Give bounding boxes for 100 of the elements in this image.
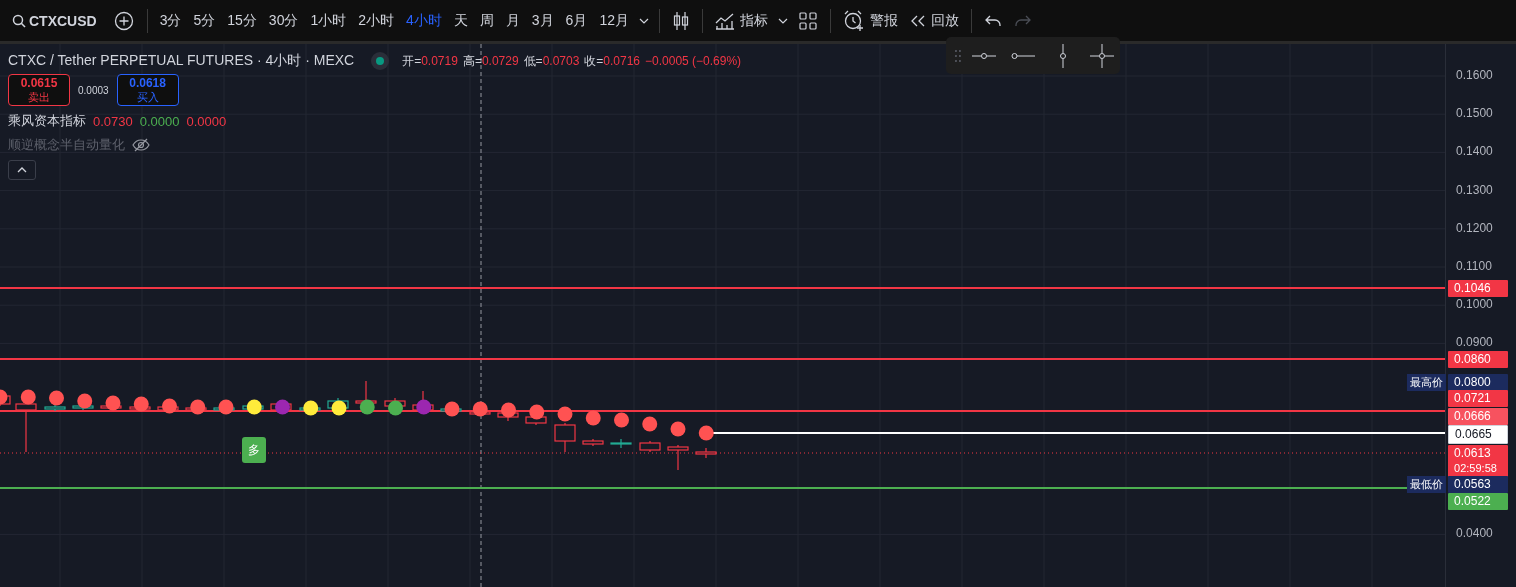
redo-icon — [1015, 14, 1031, 27]
signal-dot — [49, 390, 64, 406]
drag-handle-icon[interactable] — [954, 48, 962, 63]
horizontal-ray-icon — [1011, 51, 1036, 60]
signal-dot — [275, 399, 290, 415]
price-axis-label: 0.1300 — [1456, 182, 1493, 197]
price-tag: 0.0860 — [1448, 350, 1509, 368]
caret-icon — [778, 17, 788, 24]
signal-dot — [133, 396, 149, 412]
interval-button[interactable]: 3月 — [525, 5, 560, 36]
indicator-name: 乘风资本指标 — [8, 112, 86, 130]
interval-button[interactable]: 周 — [473, 5, 500, 36]
signal-dot — [162, 398, 177, 414]
signal-dot — [501, 402, 516, 418]
interval-button[interactable]: 3分 — [153, 5, 188, 36]
signal-dot — [698, 425, 714, 441]
vertical-line-icon — [1058, 43, 1067, 68]
indicator-value: 0.0000 — [139, 113, 180, 129]
symbol-label: CTXCUSD — [29, 12, 97, 29]
interval-button[interactable]: 15分 — [221, 5, 263, 36]
candlestick — [582, 438, 604, 447]
alert-button[interactable]: 警报 — [837, 5, 904, 36]
eye-crossed-icon[interactable] — [132, 138, 150, 152]
crosshair-icon — [1090, 43, 1115, 68]
price-axis-label: 0.1500 — [1456, 106, 1493, 121]
search-icon — [12, 13, 26, 28]
ohlc-value: 开=0.0719 — [402, 52, 458, 70]
candlestick-icon — [673, 10, 689, 31]
price-axis-label: 0.1400 — [1456, 144, 1493, 159]
interval-button[interactable]: 4小时 — [400, 5, 448, 36]
interval-button[interactable]: 5分 — [187, 5, 222, 36]
indicator-value: 0.0000 — [186, 113, 227, 129]
indicators-button[interactable]: 指标 — [709, 5, 774, 36]
price-tag: 0.1046 — [1448, 279, 1509, 297]
signal-dot — [614, 412, 629, 428]
candlestick — [610, 438, 632, 449]
price-tag: 0.0800 — [1448, 373, 1509, 391]
interval-button[interactable]: 12月 — [593, 5, 635, 36]
interval-button[interactable]: 1小时 — [304, 5, 353, 36]
ohlc-value: 低=0.0703 — [523, 52, 580, 70]
rewind-icon — [910, 14, 926, 27]
candlestick — [525, 414, 547, 426]
signal-dot — [218, 399, 234, 415]
price-axis-label: 0.1000 — [1456, 297, 1493, 312]
caret-icon — [639, 17, 649, 24]
signal-dot — [670, 421, 686, 437]
signal-dot — [472, 401, 488, 417]
indicator-name: 顺逆概念半自动量化 — [8, 136, 125, 154]
interval-button[interactable]: 天 — [447, 5, 474, 36]
replay-button[interactable]: 回放 — [904, 5, 965, 36]
signal-dot — [359, 399, 375, 415]
signal-dot — [105, 395, 121, 411]
price-change: −0.0005 (−0.69%) — [645, 54, 742, 68]
signal-dot — [416, 399, 432, 415]
grid-icon — [799, 11, 817, 30]
interval-button[interactable]: 30分 — [262, 5, 305, 36]
signal-dot — [585, 410, 601, 426]
chart-title: CTXC / Tether PERPETUAL FUTURES · 4小时 · MEXC — [8, 52, 355, 70]
interval-button[interactable]: 6月 — [559, 5, 594, 36]
signal-dot — [444, 401, 460, 417]
signal-dot — [642, 416, 658, 432]
signal-dot — [20, 389, 36, 405]
chart-line-icon — [715, 11, 735, 30]
price-axis-label: 0.0900 — [1456, 335, 1493, 350]
signal-dot — [529, 404, 545, 420]
price-axis-label: 0.0400 — [1456, 526, 1493, 541]
signal-dot — [303, 400, 319, 416]
price-axis-label: 0.1100 — [1456, 259, 1492, 273]
signal-dot — [331, 400, 347, 416]
plus-circle-icon — [113, 10, 134, 31]
spread-value: 0.0003 — [78, 84, 109, 96]
collapse-button[interactable] — [8, 160, 36, 180]
candlestick — [15, 401, 37, 453]
price-tag: 0.0665 — [1448, 424, 1509, 444]
price-tag-caption: 最高价 — [1407, 373, 1447, 391]
symbol-search-button[interactable]: CTXCUSD — [6, 5, 107, 36]
price-tag: 0.0666 — [1448, 407, 1509, 425]
ohlc-value: 高=0.0729 — [462, 52, 519, 70]
candlestick — [639, 440, 661, 453]
sell-button[interactable]: 0.0615 卖出 — [8, 74, 70, 106]
signal-dot — [557, 406, 573, 422]
signal-dot — [77, 393, 93, 409]
buy-button[interactable]: 0.0618 买入 — [116, 74, 179, 106]
price-tag-caption: 最低价 — [1407, 475, 1447, 493]
horizontal-line-icon — [971, 51, 996, 60]
alarm-clock-icon — [843, 9, 865, 32]
long-signal-label: 多 — [242, 437, 266, 463]
candlestick — [44, 404, 66, 412]
undo-icon — [985, 14, 1001, 27]
interval-button[interactable]: 月 — [499, 5, 526, 36]
indicator-value: 0.0730 — [93, 113, 133, 129]
candlestick — [667, 444, 689, 471]
price-tag: 0.0613 02:59:58 — [1448, 445, 1509, 477]
signal-dot — [190, 399, 206, 415]
chevron-up-icon — [17, 167, 27, 173]
price-axis-label: 0.1200 — [1456, 220, 1493, 235]
interval-button[interactable]: 2小时 — [352, 5, 400, 36]
ohlc-value: 收=0.0716 — [584, 52, 641, 70]
signal-dot — [388, 400, 403, 416]
candlestick — [695, 447, 717, 459]
